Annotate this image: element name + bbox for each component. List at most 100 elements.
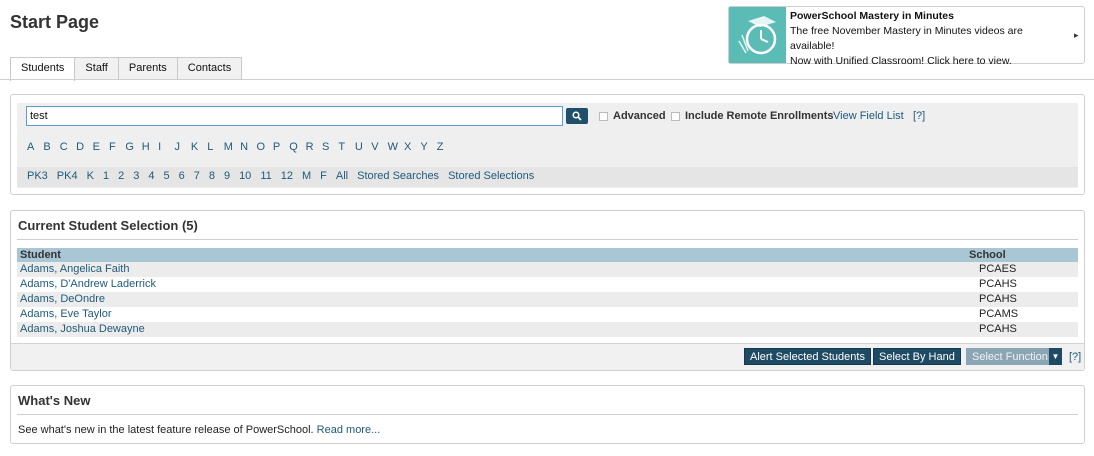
whats-new-title: What's New (18, 393, 91, 408)
alpha-link[interactable]: O (256, 141, 272, 153)
table-row: Adams, D'Andrew Laderrick PCAHS (17, 277, 1078, 292)
panel-divider (17, 239, 1078, 240)
alpha-link[interactable]: X (404, 141, 420, 153)
remote-enrollments-checkbox[interactable] (671, 111, 680, 121)
alpha-link[interactable]: V (371, 141, 387, 153)
tabs-divider (0, 79, 1094, 80)
alpha-link[interactable]: C (60, 141, 76, 153)
student-link[interactable]: Adams, Eve Taylor (20, 308, 112, 320)
column-header-student[interactable]: Student (17, 248, 969, 262)
alpha-link[interactable]: E (93, 141, 109, 153)
school-cell: PCAES (979, 263, 1017, 275)
grade-link[interactable]: M (302, 170, 311, 182)
read-more-link[interactable]: Read more... (317, 424, 381, 436)
caret-right-icon: ▸ (1074, 29, 1079, 40)
grade-link[interactable]: 6 (179, 170, 185, 182)
alpha-link[interactable]: N (240, 141, 256, 153)
school-cell: PCAHS (979, 278, 1017, 290)
select-by-hand-button[interactable]: Select By Hand (873, 348, 961, 365)
grade-link[interactable]: PK3 (27, 170, 48, 182)
chevron-down-icon[interactable]: ▼ (1049, 348, 1062, 365)
student-link[interactable]: Adams, Joshua Dewayne (20, 323, 145, 335)
alpha-link[interactable]: D (76, 141, 92, 153)
advanced-option[interactable]: Advanced (599, 110, 666, 122)
alpha-link[interactable]: J (175, 141, 191, 153)
student-link[interactable]: Adams, DeOndre (20, 293, 105, 305)
alpha-link[interactable]: Z (437, 141, 453, 153)
grade-link[interactable]: 3 (133, 170, 139, 182)
current-selection-panel: Current Student Selection (5) Student Sc… (10, 210, 1085, 371)
alpha-link[interactable]: Q (289, 141, 305, 153)
remote-enrollments-option[interactable]: Include Remote Enrollments (671, 110, 834, 122)
school-cell: PCAHS (979, 293, 1017, 305)
grade-link[interactable]: 11 (260, 170, 271, 182)
promo-title: PowerSchool Mastery in Minutes (790, 10, 954, 22)
whats-new-panel: What's New See what's new in the latest … (10, 385, 1085, 444)
student-table: Student School Adams, Angelica Faith PCA… (17, 248, 1078, 337)
grade-all-link[interactable]: All (336, 170, 348, 182)
alpha-link[interactable]: I (158, 141, 174, 153)
grade-link[interactable]: 10 (239, 170, 251, 182)
grade-link[interactable]: 9 (224, 170, 230, 182)
selection-help-link[interactable]: [?] (1069, 351, 1081, 363)
tab-staff[interactable]: Staff (74, 57, 119, 80)
advanced-checkbox[interactable] (599, 111, 608, 121)
alpha-link[interactable]: U (355, 141, 371, 153)
alpha-link[interactable]: R (306, 141, 322, 153)
promo-line1: The free November Mastery in Minutes vid… (790, 25, 1023, 52)
school-cell: PCAHS (979, 323, 1017, 335)
alpha-link[interactable]: S (322, 141, 338, 153)
tab-bar: Students Staff Parents Contacts (10, 57, 243, 81)
select-function-button[interactable]: Select Function (966, 348, 1054, 365)
selection-action-bar: Alert Selected Students Select By Hand S… (11, 343, 1084, 370)
stored-searches-link[interactable]: Stored Searches (357, 170, 439, 182)
table-row: Adams, Angelica Faith PCAES (17, 262, 1078, 277)
grade-link[interactable]: 8 (209, 170, 215, 182)
student-link[interactable]: Adams, Angelica Faith (20, 263, 129, 275)
alpha-link[interactable]: L (207, 141, 223, 153)
tab-contacts[interactable]: Contacts (176, 57, 243, 80)
alpha-link[interactable]: G (125, 141, 141, 153)
grade-link[interactable]: 7 (194, 170, 200, 182)
grade-link[interactable]: K (87, 170, 94, 182)
advanced-label: Advanced (613, 110, 666, 122)
alert-selected-students-button[interactable]: Alert Selected Students (744, 348, 871, 365)
search-help-link[interactable]: [?] (913, 110, 925, 122)
search-icon (572, 111, 582, 121)
grade-link[interactable]: 1 (103, 170, 109, 182)
tab-parents[interactable]: Parents (117, 57, 178, 80)
alpha-link[interactable]: K (191, 141, 207, 153)
grade-link[interactable]: 5 (163, 170, 169, 182)
grade-link[interactable]: 2 (118, 170, 124, 182)
alpha-link[interactable]: B (43, 141, 59, 153)
alpha-link[interactable]: H (142, 141, 158, 153)
search-button[interactable] (566, 108, 588, 124)
table-row: Adams, DeOndre PCAHS (17, 292, 1078, 307)
alpha-link[interactable]: P (273, 141, 289, 153)
grade-link[interactable]: F (320, 170, 327, 182)
stored-selections-link[interactable]: Stored Selections (448, 170, 534, 182)
search-input[interactable] (26, 106, 563, 126)
grade-link[interactable]: 4 (148, 170, 154, 182)
grade-link[interactable]: 12 (281, 170, 293, 182)
alpha-link[interactable]: Y (420, 141, 436, 153)
clock-graduation-icon (729, 7, 786, 63)
selection-title: Current Student Selection (5) (18, 218, 198, 233)
tab-students[interactable]: Students (10, 57, 76, 81)
whats-new-body: See what's new in the latest feature rel… (18, 424, 380, 436)
view-field-list-link[interactable]: View Field List (833, 110, 904, 122)
alpha-link[interactable]: F (109, 141, 125, 153)
alpha-link[interactable]: T (338, 141, 354, 153)
alpha-link[interactable]: W (388, 141, 404, 153)
alpha-link[interactable]: A (27, 141, 43, 153)
promo-banner[interactable]: PowerSchool Mastery in Minutes The free … (728, 6, 1085, 67)
grade-filter-bar: PK3 PK4 K 1 2 3 4 5 6 7 8 9 10 11 12 M F… (17, 167, 1078, 187)
column-header-school[interactable]: School (969, 248, 1078, 262)
table-header: Student School (17, 248, 1078, 262)
grade-link[interactable]: PK4 (57, 170, 78, 182)
student-link[interactable]: Adams, D'Andrew Laderrick (20, 278, 156, 290)
remote-enrollments-label: Include Remote Enrollments (685, 110, 834, 122)
student-search-panel: Advanced Include Remote Enrollments View… (10, 94, 1085, 195)
whats-new-text: See what's new in the latest feature rel… (18, 424, 314, 436)
alpha-link[interactable]: M (224, 141, 240, 153)
